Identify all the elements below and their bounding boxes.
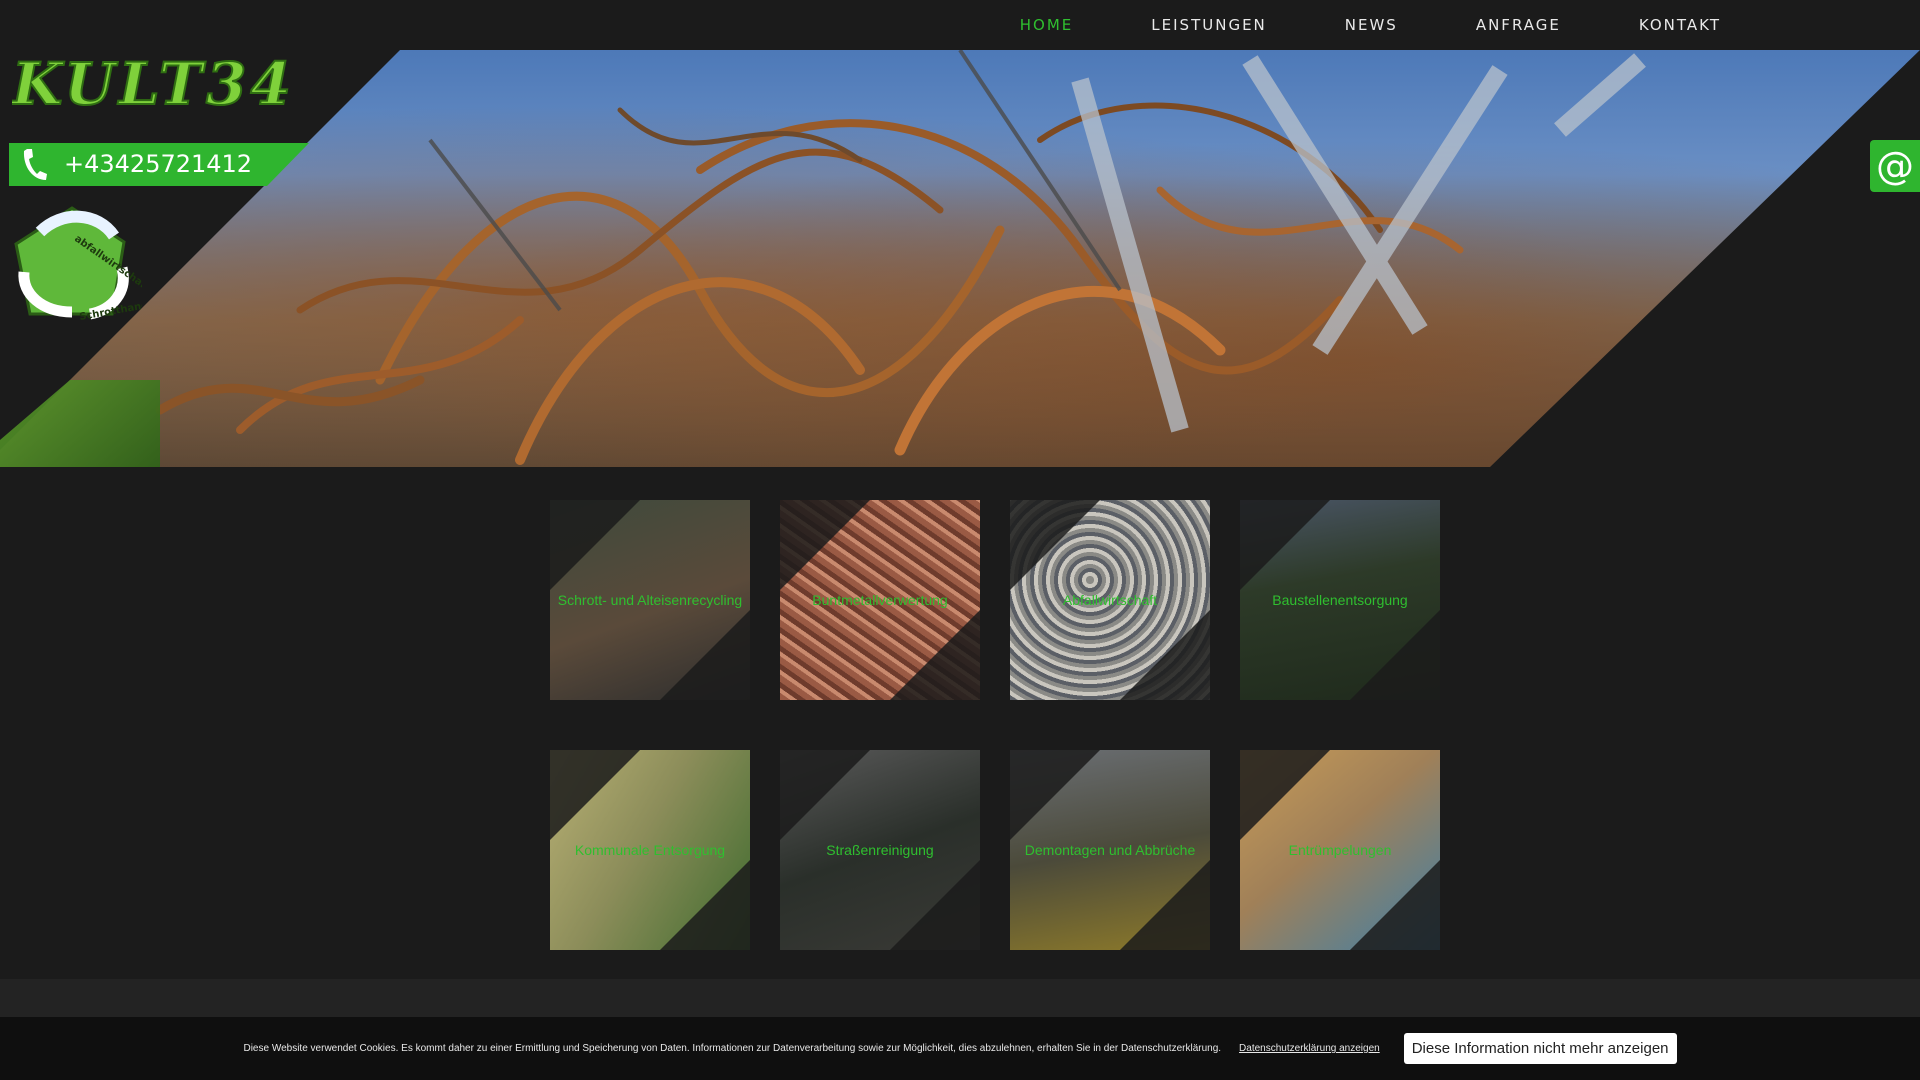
service-tile-baustelle[interactable]: Baustellenentsorgung [1240,500,1440,700]
main-nav: HOME LEISTUNGEN NEWS ANFRAGE KONTAKT [981,0,1760,50]
nav-anfrage[interactable]: ANFRAGE [1437,0,1600,50]
service-label: Entrümpelungen [1288,842,1392,858]
nav-home[interactable]: HOME [981,0,1113,50]
service-tile-entruempelung[interactable]: Entrümpelungen [1240,750,1440,950]
email-tab[interactable]: @ [1870,140,1920,192]
service-label: Demontagen und Abbrüche [1024,842,1196,858]
service-label: Kommunale Entsorgung [574,842,726,858]
privacy-policy-link[interactable]: Datenschutzerklärung anzeigen [1239,1043,1380,1054]
phone-number: +43425721412 [64,150,253,178]
at-sign-icon: @ [1876,144,1914,188]
service-tile-abfall[interactable]: Abfallwirtschaft [1010,500,1210,700]
logo-text: KULT34 [12,52,295,117]
kult34-logo[interactable]: KULT34 [12,52,317,117]
service-label: Schrott- und Alteisenrecycling [557,592,743,608]
nav-news[interactable]: NEWS [1306,0,1437,50]
services-grid: Schrott- und Alteisenrecycling Buntmetal… [0,467,1920,979]
hero-green-corner [0,380,160,467]
service-label: Buntmetallverwertung [812,592,948,608]
service-tile-demontage[interactable]: Demontagen und Abbrüche [1010,750,1210,950]
phone-bar[interactable]: +43425721412 [9,143,309,186]
service-label: Baustellenentsorgung [1272,592,1408,608]
service-label: Straßenreinigung [826,842,934,858]
cookie-banner: Diese Website verwendet Cookies. Es komm… [0,1017,1920,1080]
recycling-badge: abfallwirtschaft Schrotthandel [14,206,142,323]
cookie-dismiss-button[interactable]: Diese Information nicht mehr anzeigen [1403,1033,1677,1064]
nav-kontakt[interactable]: KONTAKT [1600,0,1760,50]
cookie-text: Diese Website verwendet Cookies. Es komm… [243,1043,1222,1054]
service-label: Abfallwirtschaft [1062,592,1158,608]
footer-band [0,979,1920,1017]
phone-icon [23,149,47,180]
service-tile-buntmetall[interactable]: Buntmetallverwertung [780,500,980,700]
top-navigation-bar: HOME LEISTUNGEN NEWS ANFRAGE KONTAKT [0,0,1920,50]
nav-leistungen[interactable]: LEISTUNGEN [1112,0,1305,50]
service-tile-schrott[interactable]: Schrott- und Alteisenrecycling [550,500,750,700]
service-tile-strasse[interactable]: Straßenreinigung [780,750,980,950]
service-tile-kommunal[interactable]: Kommunale Entsorgung [550,750,750,950]
